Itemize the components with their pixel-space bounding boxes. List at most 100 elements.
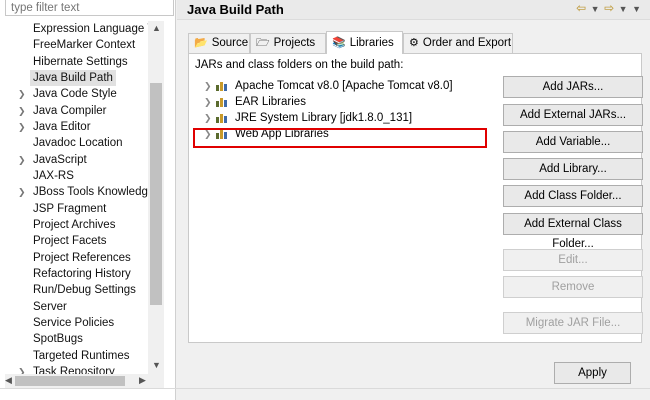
tab-projects[interactable]: 🗁 Projects: [250, 33, 326, 53]
tree-item-label: Project Facets: [33, 235, 107, 248]
tree-item[interactable]: JAX-RS: [2, 168, 148, 184]
add-class-folder-button[interactable]: Add Class Folder...: [503, 185, 643, 207]
expand-arrow-icon[interactable]: ❯: [204, 78, 212, 94]
vertical-scroll-thumb[interactable]: [150, 83, 162, 305]
tree-item[interactable]: ❯ Java Code Style: [2, 86, 148, 102]
tab-source-label: Source: [211, 37, 249, 49]
add-variable-button[interactable]: Add Variable...: [503, 131, 643, 153]
tab-libraries[interactable]: 📚 Libraries: [326, 31, 403, 54]
tree-item-label: Service Policies: [33, 316, 115, 329]
tree-item-label: Targeted Runtimes: [33, 349, 130, 362]
tree-item[interactable]: Run/Debug Settings: [2, 282, 148, 298]
expand-arrow-icon[interactable]: ❯: [18, 152, 26, 168]
back-menu-chevron-icon[interactable]: ▼: [587, 4, 604, 14]
library-label: JRE System Library [jdk1.8.0_131]: [235, 112, 413, 124]
tree-item[interactable]: ❯ Task Repository: [2, 364, 148, 374]
library-entry[interactable]: ❯ EAR Libraries: [195, 94, 485, 110]
tree-item-label: SpotBugs: [33, 333, 83, 346]
tab-source[interactable]: 📂 Source: [188, 33, 250, 53]
tree-item-label: JBoss Tools Knowledge: [33, 186, 148, 199]
tree-item-label: JavaScript: [33, 153, 87, 166]
tree-item[interactable]: Hibernate Settings: [2, 54, 148, 70]
tree-item-label: JSP Fragment: [33, 202, 107, 215]
tree-item[interactable]: JSP Fragment: [2, 201, 148, 217]
add-jars-button[interactable]: Add JARs...: [503, 76, 643, 98]
expand-arrow-icon[interactable]: ❯: [204, 94, 212, 110]
page-title: Java Build Path: [187, 2, 284, 17]
add-library-button[interactable]: Add Library...: [503, 158, 643, 180]
tree-item-label: Java Code Style: [33, 88, 117, 101]
tree-item[interactable]: Service Policies: [2, 315, 148, 331]
project-folder-icon: 🗁: [256, 37, 270, 49]
library-entry[interactable]: ❯ Apache Tomcat v8.0 [Apache Tomcat v8.0]: [195, 78, 485, 94]
tree-item[interactable]: ❯ Java Compiler: [2, 103, 148, 119]
tree-item[interactable]: Expression Language Va: [2, 21, 148, 37]
tree-item[interactable]: ❯ JBoss Tools Knowledge: [2, 184, 148, 200]
annotation-highlight-box: [193, 128, 487, 148]
view-menu-chevron-icon[interactable]: ▼: [632, 4, 642, 14]
tree-item[interactable]: Refactoring History: [2, 266, 148, 282]
scroll-down-icon[interactable]: ▼: [152, 360, 161, 370]
apply-button[interactable]: Apply: [554, 362, 631, 384]
scroll-right-icon[interactable]: ▶: [139, 375, 146, 386]
property-tree: Expression Language Va FreeMarker Context…: [2, 21, 148, 374]
edit-button[interactable]: Edit...: [503, 249, 643, 271]
library-label: EAR Libraries: [235, 96, 306, 108]
tree-item[interactable]: Targeted Runtimes: [2, 348, 148, 364]
tree-item-label: Project Archives: [33, 218, 116, 231]
horizontal-scroll-thumb[interactable]: [15, 376, 125, 386]
filter-input[interactable]: [5, 0, 174, 16]
tree-item[interactable]: Server: [2, 299, 148, 315]
tree-item-label: Java Compiler: [33, 104, 107, 117]
add-external-class-folder-button[interactable]: Add External Class Folder...: [503, 213, 643, 250]
library-list[interactable]: ❯ Apache Tomcat v8.0 [Apache Tomcat v8.0]…: [195, 76, 485, 339]
tree-item-label: Refactoring History: [33, 267, 131, 280]
tree-item[interactable]: FreeMarker Context: [2, 37, 148, 53]
tree-item[interactable]: ❯ JavaScript: [2, 152, 148, 168]
tree-item[interactable]: Java Build Path: [2, 69, 148, 86]
tree-item-label: Java Editor: [33, 120, 91, 133]
forward-menu-chevron-icon[interactable]: ▼: [615, 4, 632, 14]
tree-item[interactable]: Project Facets: [2, 233, 148, 249]
library-entry[interactable]: ❯ JRE System Library [jdk1.8.0_131]: [195, 110, 485, 126]
expand-arrow-icon[interactable]: ❯: [18, 184, 26, 200]
page-header: Java Build Path ⇦ ▼ ⇨ ▼ ▼: [177, 0, 650, 20]
history-navigation: ⇦ ▼ ⇨ ▼ ▼: [576, 1, 642, 15]
tree-item-label: JAX-RS: [33, 169, 74, 182]
tree-item-label: Server: [33, 300, 67, 313]
expand-arrow-icon[interactable]: ❯: [204, 110, 212, 126]
expand-arrow-icon[interactable]: ❯: [18, 86, 26, 102]
library-icon: [216, 97, 228, 107]
libraries-tab-panel: JARs and class folders on the build path…: [188, 53, 643, 343]
libraries-icon: 📚: [332, 37, 346, 49]
tree-item[interactable]: Javadoc Location: [2, 135, 148, 151]
tree-item[interactable]: Project References: [2, 250, 148, 266]
tree-item[interactable]: Project Archives: [2, 217, 148, 233]
expand-arrow-icon[interactable]: ❯: [18, 364, 26, 374]
tree-item[interactable]: ❯ Java Editor: [2, 119, 148, 135]
tree-item-label: FreeMarker Context: [33, 39, 136, 52]
tree-vertical-scrollbar[interactable]: ▲ ▼: [148, 21, 164, 374]
source-folder-icon: 📂: [194, 37, 208, 49]
expand-arrow-icon[interactable]: ❯: [18, 119, 26, 135]
forward-arrow-icon[interactable]: ⇨: [604, 1, 615, 15]
library-icon: [216, 113, 228, 123]
tree-item-label: Task Repository: [33, 365, 115, 374]
tab-order-export[interactable]: ⚙ Order and Export: [403, 33, 513, 53]
expand-arrow-icon[interactable]: ❯: [18, 103, 26, 119]
order-export-icon: ⚙: [409, 37, 419, 49]
build-path-page: Java Build Path ⇦ ▼ ⇨ ▼ ▼ 📂 Source 🗁 Proje…: [177, 0, 650, 400]
tab-projects-label: Projects: [273, 37, 316, 49]
footer-divider: [0, 388, 650, 389]
scroll-up-icon[interactable]: ▲: [152, 23, 161, 33]
back-arrow-icon[interactable]: ⇦: [576, 1, 587, 15]
preferences-nav-panel: Expression Language Va FreeMarker Context…: [0, 0, 176, 400]
migrate-jar-button[interactable]: Migrate JAR File...: [503, 312, 643, 334]
tree-item[interactable]: SpotBugs: [2, 331, 148, 347]
build-path-label: JARs and class folders on the build path…: [195, 59, 404, 71]
add-external-jars-button[interactable]: Add External JARs...: [503, 104, 643, 126]
tree-horizontal-scrollbar[interactable]: ◀ ▶: [5, 374, 164, 388]
tree-item-label: Java Build Path: [30, 69, 116, 86]
scroll-left-icon[interactable]: ◀: [5, 375, 12, 386]
remove-button[interactable]: Remove: [503, 276, 643, 298]
